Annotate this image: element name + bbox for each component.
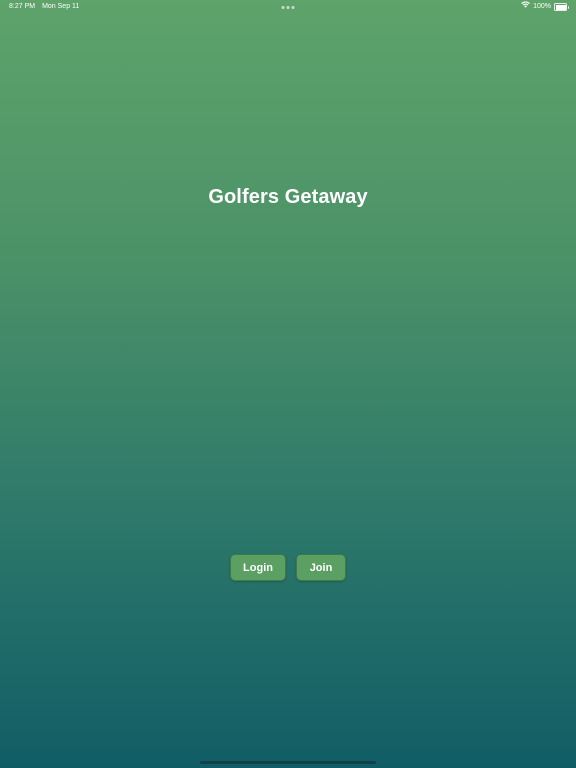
wifi-icon: [521, 0, 530, 14]
battery-fill: [555, 4, 566, 10]
status-time: 8:27 PM: [9, 3, 36, 10]
status-bar: 8:27 PM Mon Sep 11 100%: [0, 0, 576, 14]
join-button[interactable]: Join: [296, 554, 346, 581]
dot: [291, 5, 295, 9]
status-right: 100%: [521, 0, 569, 14]
dot: [286, 5, 290, 9]
auth-button-row: Login Join: [0, 554, 576, 581]
status-left: 8:27 PM Mon Sep 11: [9, 0, 79, 14]
app-title: Golfers Getaway: [208, 186, 368, 208]
status-date: Mon Sep 11: [42, 3, 80, 10]
dot: [281, 5, 285, 9]
login-button[interactable]: Login: [230, 554, 286, 581]
battery-percent: 100%: [533, 3, 551, 10]
home-indicator[interactable]: [200, 761, 376, 764]
multitasking-dots-icon[interactable]: [281, 0, 295, 14]
battery-icon: [554, 3, 569, 11]
